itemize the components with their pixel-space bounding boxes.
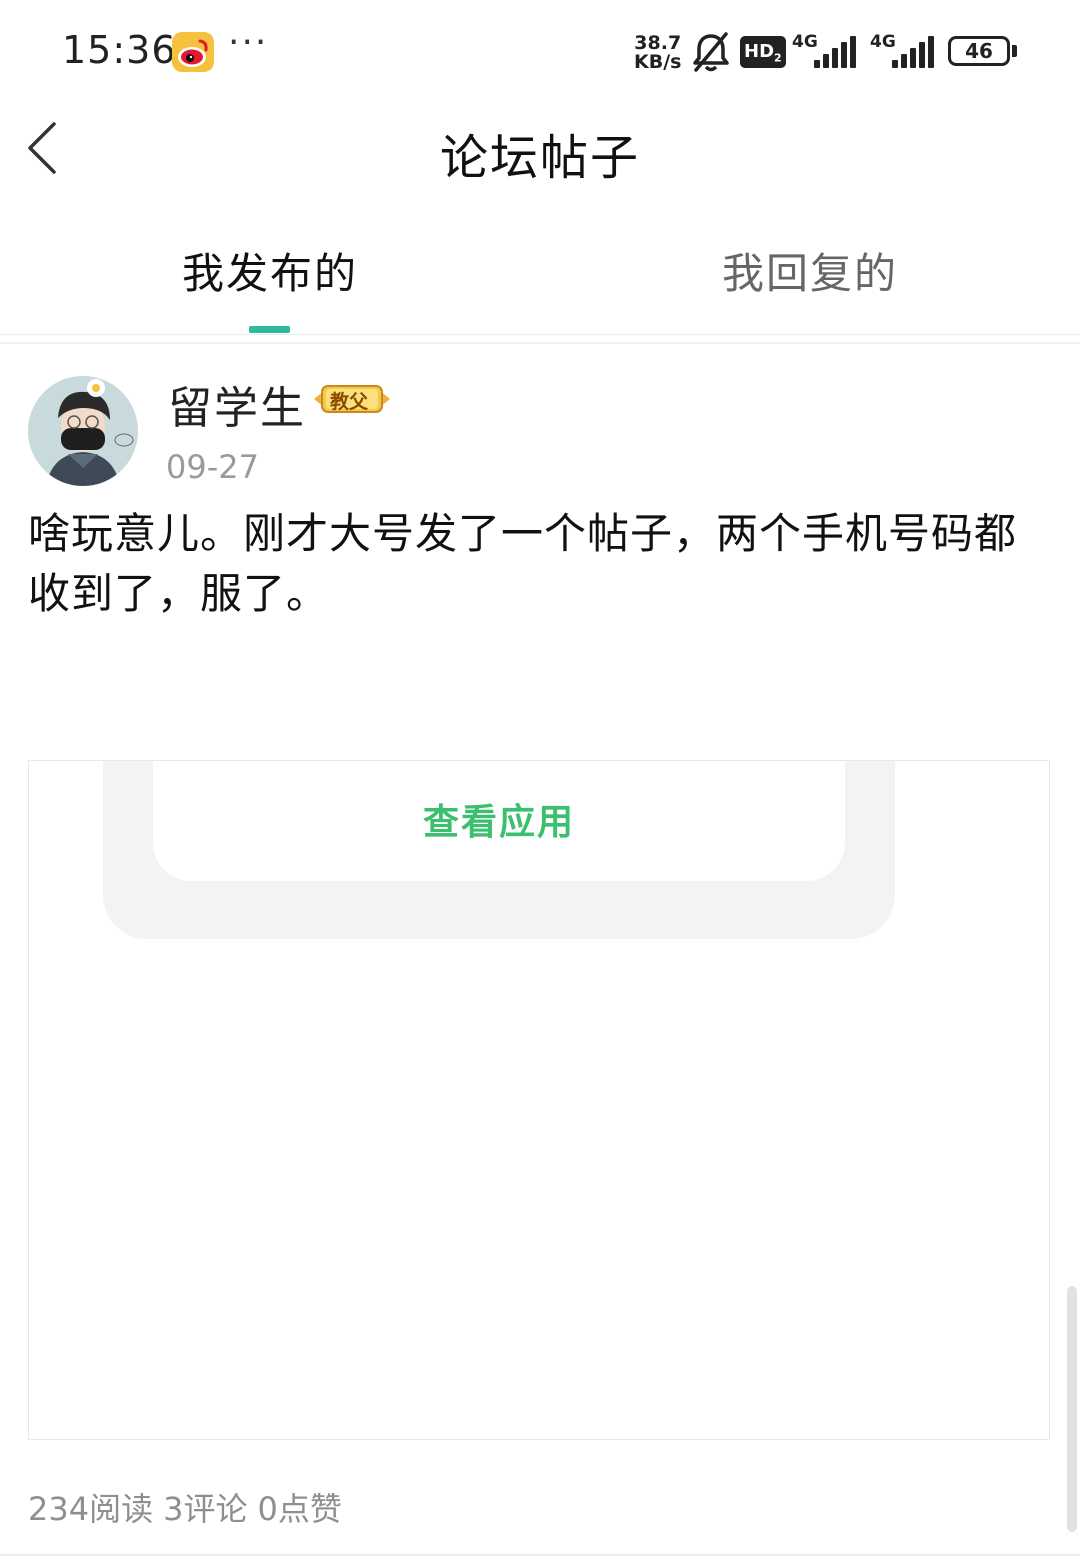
battery-icon: 46: [948, 36, 1010, 66]
tab-bar: 我发布的 我回复的: [0, 210, 1080, 335]
author-name[interactable]: 留学生: [168, 372, 306, 436]
post-stats: 234阅读 3评论 0点赞: [28, 1484, 352, 1530]
post-content[interactable]: 啥玩意儿。刚才大号发了一个帖子，两个手机号码都收到了，服了。: [28, 504, 1058, 624]
scrollbar[interactable]: [1067, 1286, 1077, 1532]
comment-count[interactable]: 3评论: [163, 1490, 247, 1528]
sim2-network-type: 4G: [870, 32, 896, 52]
hd-sub: 2: [774, 51, 782, 65]
like-count[interactable]: 0点赞: [257, 1490, 341, 1528]
signal-sim1-icon: 4G: [792, 32, 858, 72]
battery-tip: [1012, 45, 1017, 57]
bottom-divider: [0, 1554, 1080, 1556]
sim1-network-type: 4G: [792, 32, 818, 52]
bell-muted-icon: [693, 32, 729, 72]
rank-badge-label: 教父: [330, 391, 369, 413]
navigation-bar: 论坛帖子: [0, 100, 1080, 200]
active-tab-indicator: [249, 326, 290, 333]
clock: 15:36: [62, 28, 177, 72]
section-divider: [0, 342, 1080, 344]
status-bar: 15:36 ··· 38.7 KB/s HD2 4G 4G 46: [0, 0, 1080, 100]
network-speed-unit: KB/s: [634, 51, 682, 73]
view-app-label[interactable]: 查看应用: [153, 793, 845, 845]
hd-voice-icon: HD2: [740, 36, 786, 68]
network-speed: 38.7 KB/s: [634, 34, 681, 72]
tab-my-replies[interactable]: 我回复的: [540, 240, 1080, 301]
tab-my-posts[interactable]: 我发布的: [0, 240, 540, 301]
hd-label: HD: [744, 41, 775, 62]
weibo-icon: [172, 32, 214, 72]
more-notifications-icon: ···: [228, 22, 269, 63]
page-title: 论坛帖子: [439, 130, 640, 186]
avatar[interactable]: [28, 376, 138, 486]
read-count: 234阅读: [28, 1490, 154, 1528]
post-date: 09-27: [166, 448, 259, 486]
embedded-app-card[interactable]: 查看应用: [28, 760, 1050, 1440]
signal-sim2-icon: 4G: [870, 32, 936, 72]
avatar-illustration: [28, 376, 138, 486]
